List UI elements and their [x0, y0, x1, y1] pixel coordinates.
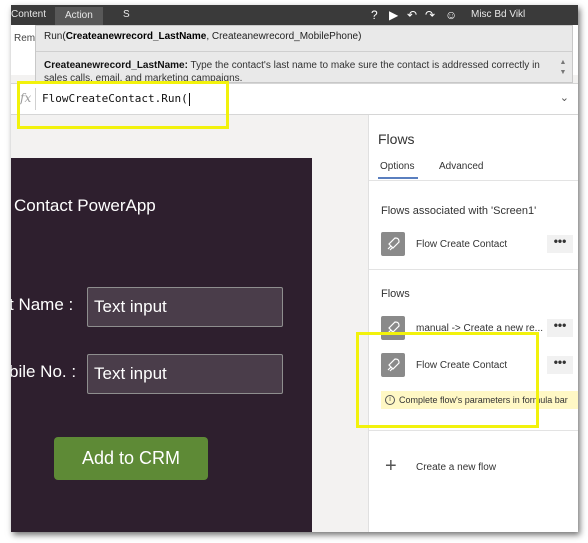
associated-flows-heading: Flows associated with 'Screen1' [381, 205, 537, 217]
flow-rocket-icon [381, 232, 405, 256]
app-screen[interactable]: Contact PowerApp t Name : Text input bil… [11, 158, 312, 532]
undo-icon[interactable]: ↶ [407, 8, 417, 22]
ribbon-tab-action[interactable]: Action [55, 7, 103, 25]
tab-advanced[interactable]: Advanced [439, 161, 483, 172]
ribbon: Content Action S ? ▶ ↶ ↷ ☺ Misc Bd Vikl [11, 5, 578, 25]
active-tab-indicator [378, 177, 418, 179]
section-divider [369, 269, 578, 270]
function-signature: Run(Createanewrecord_LastName, Createane… [44, 31, 362, 42]
user-name: Misc Bd Vikl [471, 9, 526, 20]
parameter-description: Createanewrecord_LastName: Type the cont… [44, 60, 540, 81]
popup-scroll-arrows[interactable]: ▲ ▼ [558, 58, 568, 78]
flow-highlight-box [356, 332, 539, 428]
add-to-crm-button[interactable]: Add to CRM [54, 437, 208, 480]
help-icon[interactable]: ? [371, 8, 378, 22]
redo-icon[interactable]: ↷ [425, 8, 435, 22]
ribbon-tab-content[interactable]: Content [11, 9, 46, 20]
user-icon[interactable]: ☺ [445, 8, 457, 22]
section-divider [369, 430, 578, 431]
flow-label: Flow Create Contact [416, 239, 508, 250]
tabs-divider [369, 180, 578, 181]
app-window: Content Action S ? ▶ ↶ ↷ ☺ Misc Bd Vikl … [11, 5, 578, 532]
last-name-label: t Name : [11, 295, 74, 314]
mobile-label: bile No. : [11, 362, 77, 381]
app-title: Contact PowerApp [14, 196, 156, 215]
create-flow-link[interactable]: Create a new flow [416, 462, 496, 473]
flow-item-associated[interactable]: Flow Create Contact ••• [369, 226, 578, 266]
chevron-down-icon[interactable]: ⌄ [560, 91, 569, 104]
ribbon-tab-s[interactable]: S [123, 9, 130, 20]
panel-title: Flows [378, 131, 415, 147]
formula-highlight-box [17, 81, 229, 129]
more-options-button[interactable]: ••• [547, 356, 573, 374]
flows-heading: Flows [381, 288, 410, 300]
play-icon[interactable]: ▶ [389, 8, 398, 22]
tab-options[interactable]: Options [380, 161, 414, 172]
popup-divider [36, 51, 572, 52]
canvas-area: Contact PowerApp t Name : Text input bil… [11, 115, 368, 532]
flows-panel: Flows Options Advanced Flows associated … [368, 115, 578, 532]
mobile-input[interactable]: Text input [87, 354, 283, 394]
more-options-button[interactable]: ••• [547, 235, 573, 253]
intellisense-popup: Run(Createanewrecord_LastName, Createane… [35, 25, 573, 83]
plus-icon[interactable]: + [385, 455, 397, 478]
last-name-input[interactable]: Text input [87, 287, 283, 327]
more-options-button[interactable]: ••• [547, 319, 573, 337]
active-parameter: Createanewrecord_LastName [65, 31, 207, 42]
